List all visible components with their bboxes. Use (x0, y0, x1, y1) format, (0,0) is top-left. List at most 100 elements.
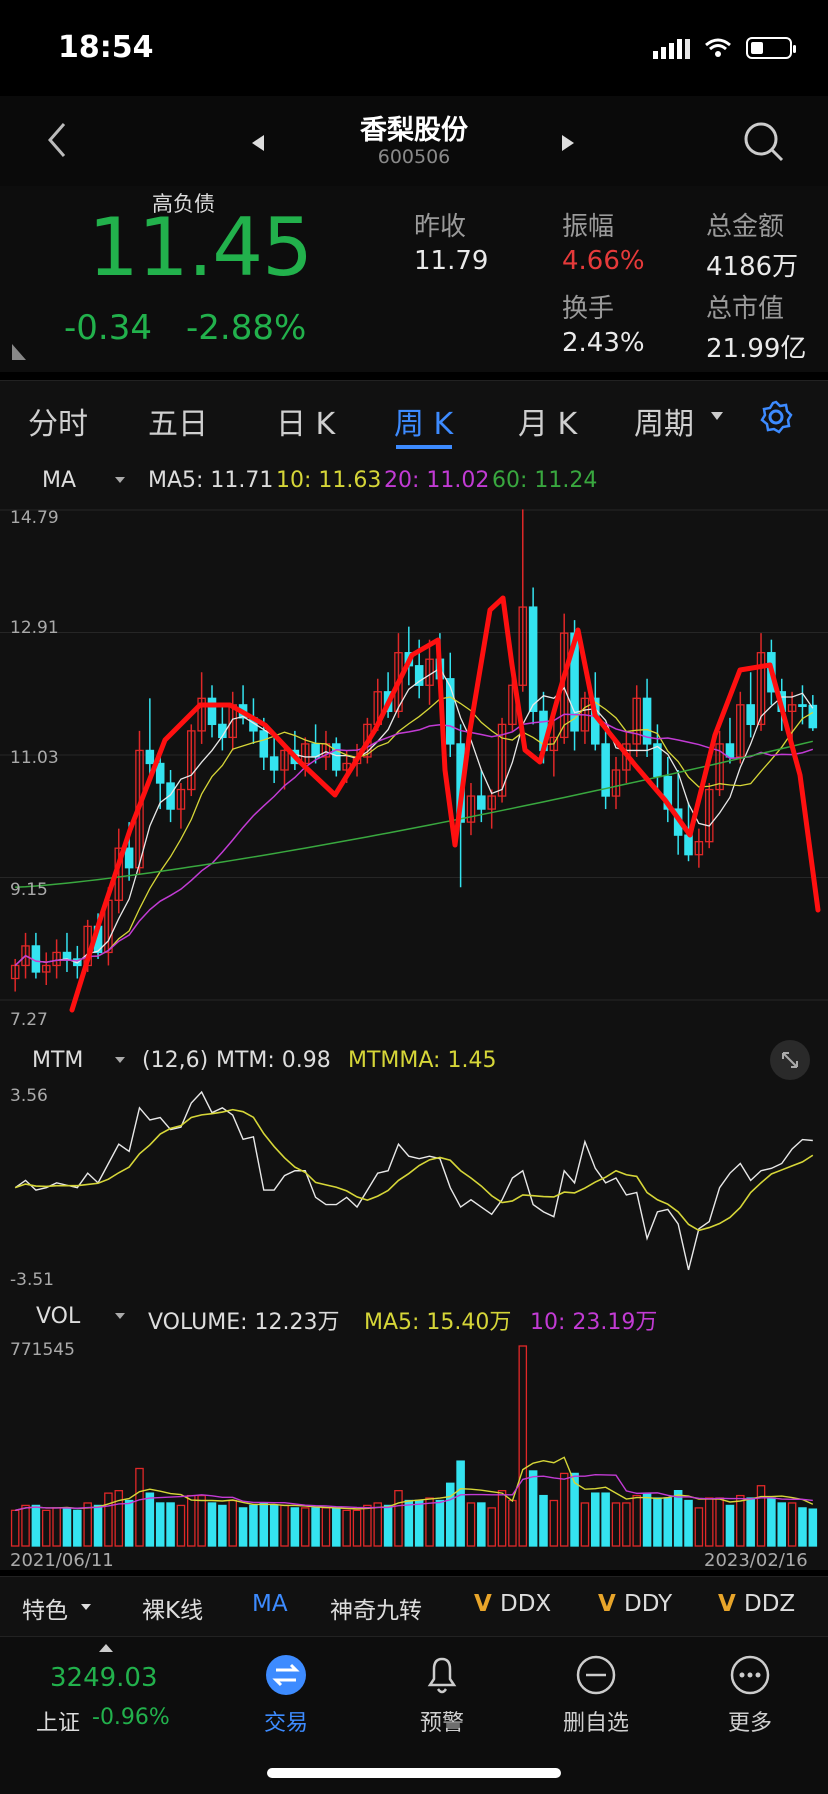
candle-body (746, 704, 755, 726)
search-icon[interactable] (742, 120, 786, 164)
tab-weekly-k[interactable]: 周 K (394, 399, 453, 443)
active-tab-underline (396, 445, 452, 449)
prev-close-value: 11.79 (414, 246, 489, 276)
volume-bar (73, 1509, 82, 1547)
candle-body (808, 704, 818, 729)
volume-bar (539, 1494, 548, 1547)
toolbar-naked-k[interactable]: 裸K线 (142, 1591, 203, 1625)
candle-body (477, 795, 486, 810)
bell-icon[interactable] (422, 1653, 462, 1697)
tab-period[interactable]: 周期 (634, 399, 694, 443)
volume-bar (207, 1502, 217, 1547)
caret-up-icon[interactable] (98, 1643, 114, 1653)
vol-indicator-name[interactable]: VOL (36, 1304, 80, 1329)
special-menu[interactable]: 特色 (22, 1591, 68, 1625)
toolbar-ddx[interactable]: DDX (500, 1591, 551, 1617)
ma-indicator-name[interactable]: MA (42, 468, 76, 493)
volume-bar (83, 1502, 92, 1547)
toolbar-magic-nine[interactable]: 神奇九转 (330, 1591, 422, 1625)
wifi-icon (705, 38, 731, 57)
expand-corner-icon[interactable] (10, 340, 28, 362)
toolbar-ddy[interactable]: DDY (624, 1591, 672, 1617)
candle-body (207, 697, 217, 726)
volume-bar (508, 1499, 517, 1547)
prev-close-label: 昨收 (414, 212, 467, 242)
ma20-value: 20: 11.02 (384, 468, 490, 493)
volume-bar (21, 1504, 30, 1547)
toolbar-ma[interactable]: MA (252, 1591, 288, 1617)
nav-alert[interactable]: 预警 (382, 1705, 502, 1737)
mtm-indicator-name[interactable]: MTM (32, 1048, 83, 1073)
mtm-dropdown-icon[interactable] (114, 1056, 126, 1064)
volume-bar (114, 1490, 124, 1547)
volume-bar (445, 1482, 455, 1547)
ma20-line (14, 713, 814, 967)
price-change-pct: -2.88% (186, 308, 307, 348)
tab-monthly-k[interactable]: 月 K (518, 399, 577, 443)
ma5-value: MA5: 11.71 (148, 468, 274, 493)
v-badge-icon: V (474, 1591, 492, 1617)
volume-bar (383, 1504, 393, 1547)
volume-bar (321, 1507, 331, 1547)
amplitude-label: 振幅 (562, 212, 615, 242)
volume-bar (394, 1490, 403, 1547)
more-icon[interactable] (728, 1653, 772, 1697)
tab-five-day[interactable]: 五日 (148, 399, 208, 443)
vol-axis-top: 771545 (10, 1340, 75, 1360)
volume-chart[interactable] (0, 1336, 828, 1550)
trade-icon[interactable] (266, 1655, 306, 1695)
nav-more[interactable]: 更多 (690, 1705, 810, 1737)
candle-body (684, 834, 693, 856)
fullscreen-button[interactable] (770, 1040, 810, 1080)
price-axis-top: 14.79 (10, 508, 59, 528)
volume-bar (601, 1492, 610, 1547)
tab-daily-k[interactable]: 日 K (276, 399, 335, 443)
volume-bar (653, 1497, 662, 1547)
special-dropdown-icon[interactable] (80, 1603, 92, 1611)
remove-watchlist-icon[interactable] (574, 1653, 618, 1697)
volume-bar (311, 1507, 320, 1547)
ma60-value: 60: 11.24 (492, 468, 598, 493)
vol-dropdown-icon[interactable] (114, 1312, 126, 1320)
index-value[interactable]: 3249.03 (50, 1663, 158, 1693)
candle-body (145, 749, 155, 765)
mtmma-value: MTMMA: 1.45 (348, 1048, 497, 1073)
volume-bar (642, 1492, 652, 1547)
volume-bar (684, 1499, 693, 1547)
ma-dropdown-icon[interactable] (114, 476, 126, 484)
volume-bar (218, 1504, 227, 1547)
volume-bar (518, 1345, 528, 1547)
volume-bar (187, 1494, 196, 1547)
volume-value: VOLUME: 12.23万 (148, 1310, 340, 1335)
volume-bar (736, 1494, 745, 1547)
candle-body (62, 951, 72, 960)
index-change: -0.96% (92, 1705, 170, 1730)
mtm-chart[interactable] (0, 1082, 828, 1292)
volume-bar (632, 1494, 641, 1547)
volume-bar (456, 1460, 465, 1547)
settings-gear-icon[interactable] (758, 399, 794, 435)
volume-bar (259, 1502, 269, 1547)
tab-intraday[interactable]: 分时 (28, 399, 88, 443)
turnover-rate-value: 2.43% (562, 328, 645, 358)
volume-bar (135, 1467, 144, 1547)
volume-bar (787, 1502, 797, 1547)
toolbar-ddz[interactable]: DDZ (744, 1591, 795, 1617)
stock-title: 香梨股份 (360, 115, 468, 146)
volume-bar (363, 1504, 372, 1547)
volume-bar (466, 1502, 476, 1547)
market-cap-value: 21.99亿 (706, 334, 807, 364)
vol-ma10-line (15, 1474, 813, 1512)
period-dropdown-icon[interactable] (710, 411, 724, 421)
volume-bar (249, 1504, 258, 1547)
date-end: 2023/02/16 (704, 1550, 808, 1571)
price-chart[interactable] (0, 500, 828, 1032)
nav-remove-watchlist[interactable]: 删自选 (536, 1705, 656, 1737)
vol-ma5-value: MA5: 15.40万 (364, 1310, 512, 1335)
volume-bar (290, 1507, 300, 1547)
next-stock-icon[interactable] (560, 133, 576, 153)
market-cap-label: 总市值 (706, 294, 785, 324)
nav-trade[interactable]: 交易 (226, 1705, 346, 1737)
volume-bar (176, 1504, 186, 1547)
turnover-amount-label: 总金额 (706, 212, 785, 242)
